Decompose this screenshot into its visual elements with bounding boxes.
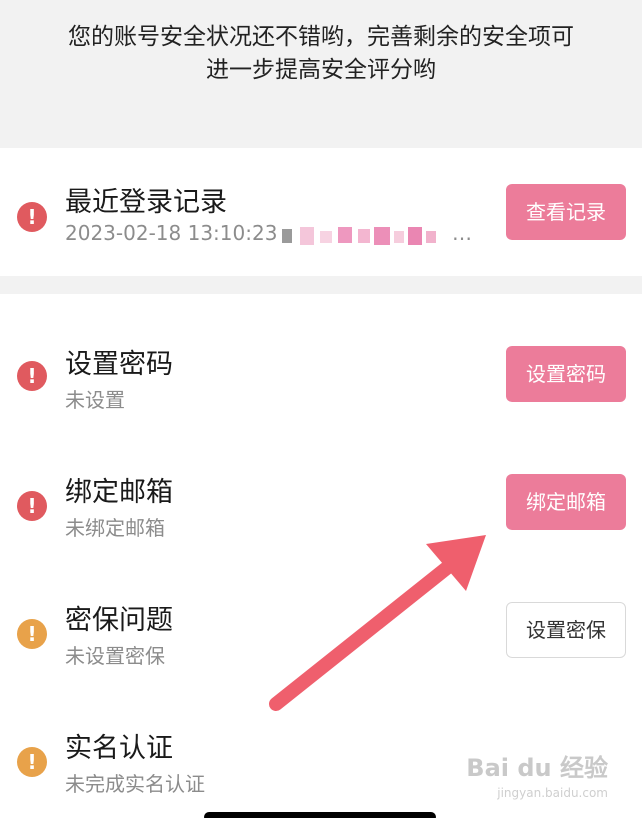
security-item-title: 实名认证 [65, 733, 173, 764]
security-item-security-question[interactable]: ! 密保问题 未设置密保 设置密保 [0, 576, 642, 686]
security-notice: 您的账号安全状况还不错哟，完善剩余的安全项可 进一步提高安全评分哟 [0, 0, 642, 148]
login-record-ellipsis: … [452, 221, 472, 245]
exclamation-circle-icon: ! [17, 491, 47, 521]
login-record-card: ! 最近登录记录 2023-02-18 13:10:23 … 查看记录 [0, 148, 642, 276]
security-item-title: 设置密码 [65, 349, 173, 380]
login-record-title: 最近登录记录 [65, 187, 227, 218]
notice-line-1: 您的账号安全状况还不错哟，完善剩余的安全项可 [68, 24, 574, 50]
security-item-email[interactable]: ! 绑定邮箱 未绑定邮箱 绑定邮箱 [0, 448, 642, 558]
pixelated-redaction [282, 225, 452, 247]
exclamation-circle-icon: ! [17, 747, 47, 777]
security-item-status: 未设置 [65, 388, 125, 412]
exclamation-circle-icon: ! [17, 202, 47, 232]
exclamation-circle-icon: ! [17, 361, 47, 391]
login-record-detail: 2023-02-18 13:10:23 [65, 221, 277, 245]
notice-line-2: 进一步提高安全评分哟 [206, 57, 436, 83]
account-security-page: 您的账号安全状况还不错哟，完善剩余的安全项可 进一步提高安全评分哟 ! 最近登录… [0, 0, 642, 818]
exclamation-circle-icon: ! [17, 619, 47, 649]
security-item-title: 绑定邮箱 [65, 477, 173, 508]
login-record-time: 2023-02-18 13:10:23 [65, 221, 278, 245]
security-item-title: 密保问题 [65, 605, 173, 636]
security-item-password[interactable]: ! 设置密码 未设置 设置密码 [0, 318, 642, 428]
security-item-status: 未绑定邮箱 [65, 516, 165, 540]
set-security-question-button[interactable]: 设置密保 [506, 602, 626, 658]
security-item-status: 未完成实名认证 [65, 772, 205, 796]
home-indicator [204, 812, 436, 818]
set-password-button[interactable]: 设置密码 [506, 346, 626, 402]
baidu-watermark-url: jingyan.baidu.com [497, 786, 608, 800]
bind-email-button[interactable]: 绑定邮箱 [506, 474, 626, 530]
baidu-watermark: Bai du 经验 [466, 754, 608, 782]
view-record-button[interactable]: 查看记录 [506, 184, 626, 240]
security-item-status: 未设置密保 [65, 644, 165, 668]
security-items-card: ! 设置密码 未设置 设置密码 ! 绑定邮箱 未绑定邮箱 绑定邮箱 ! 密保问题… [0, 294, 642, 818]
login-record-row[interactable]: ! 最近登录记录 2023-02-18 13:10:23 … 查看记录 [0, 148, 642, 276]
